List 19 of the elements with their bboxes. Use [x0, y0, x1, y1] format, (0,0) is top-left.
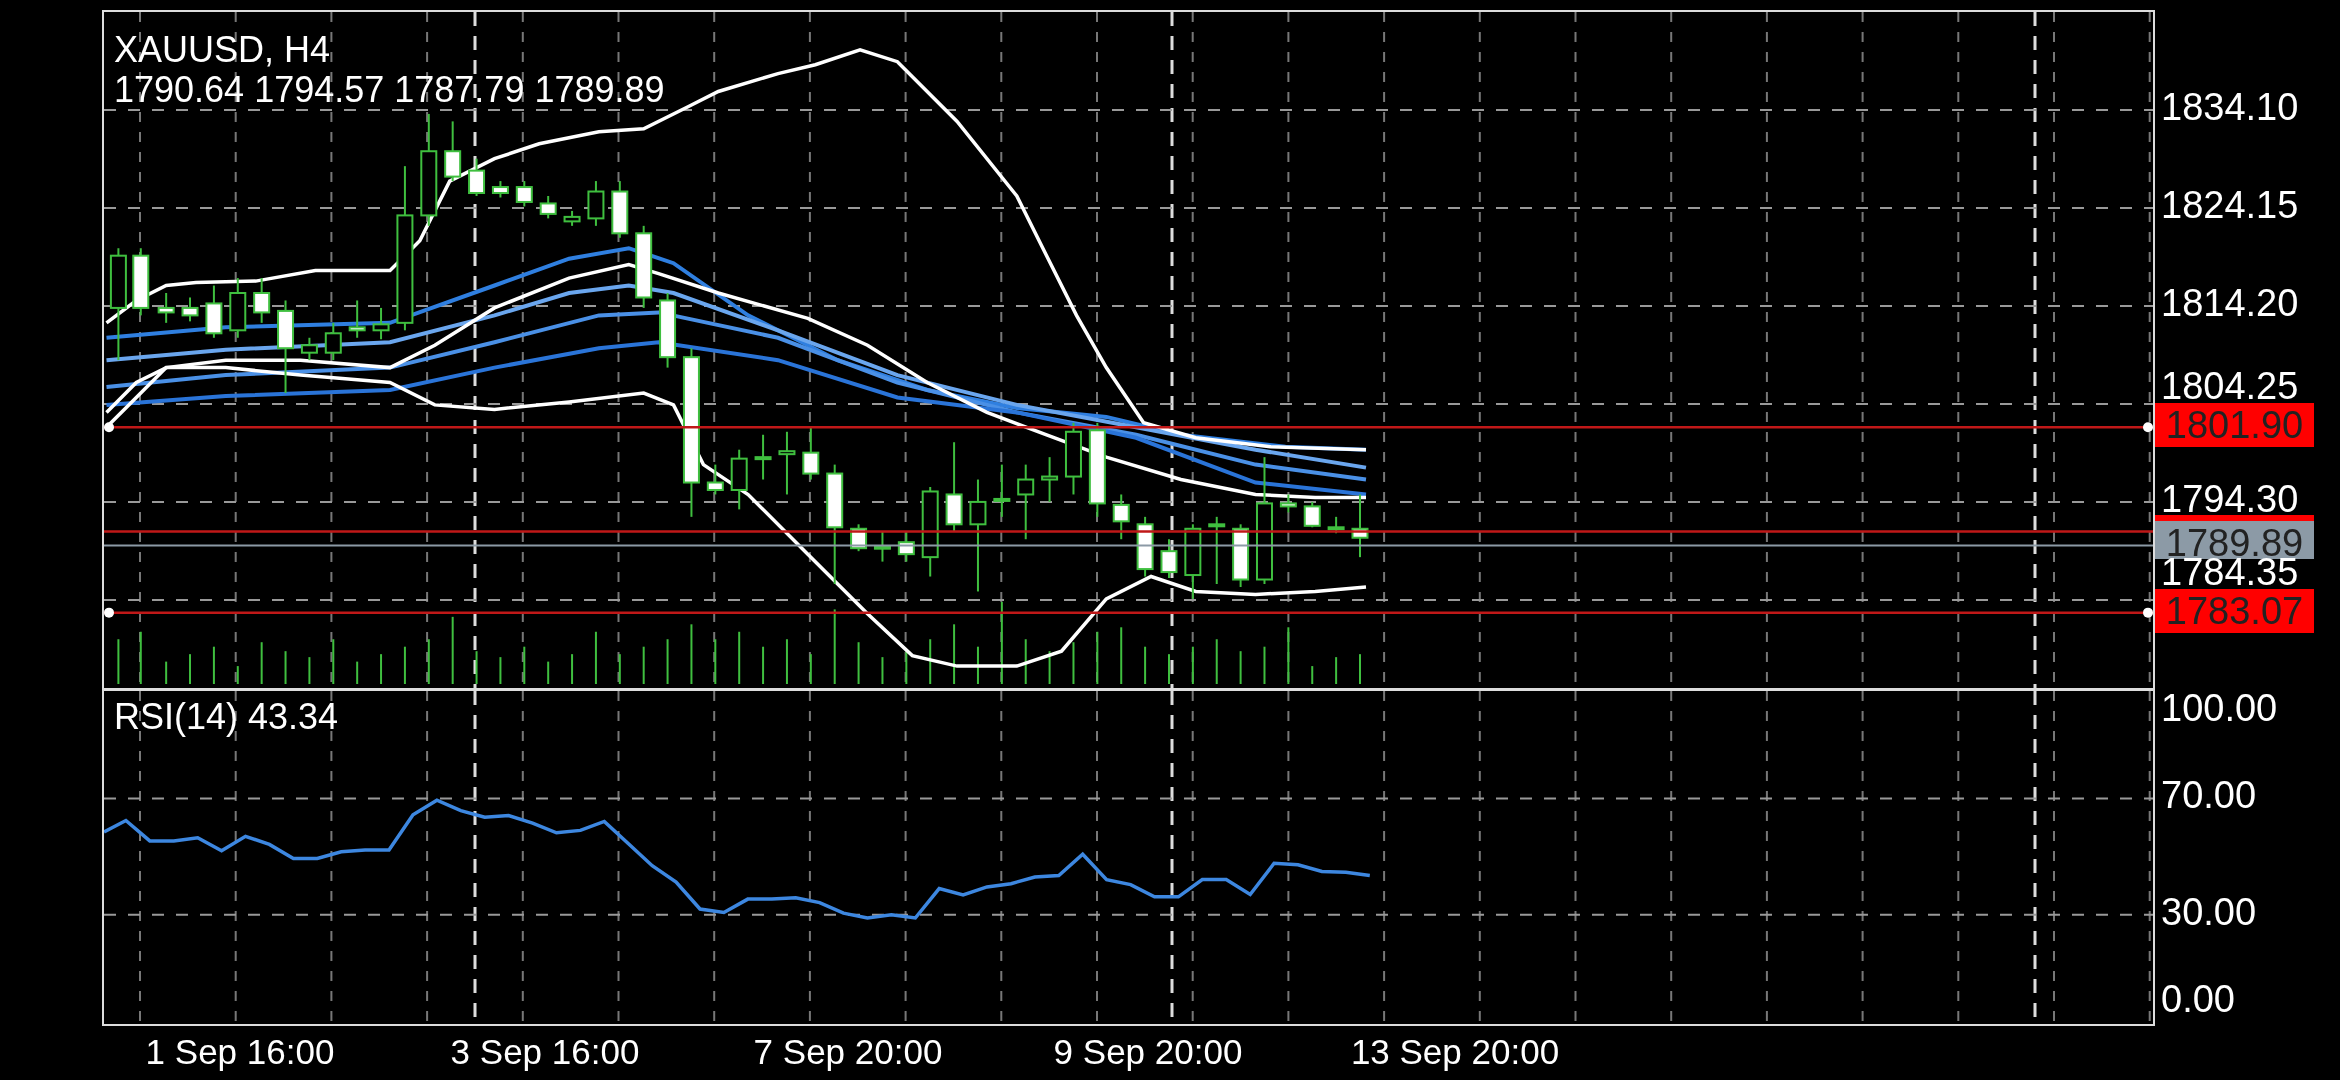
time-axis-label: 13 Sep 20:00 [1350, 1032, 1560, 1072]
price-axis-label: 1834.10 [2161, 88, 2299, 126]
price-axis-label: 1794.30 [2161, 480, 2299, 518]
ohlc-values: 1790.64 1794.57 1787.79 1789.89 [114, 70, 665, 110]
price-axis-label: 1824.15 [2161, 186, 2299, 224]
rsi-axis-label: 100.00 [2161, 689, 2278, 728]
rsi-axis-label: 70.00 [2161, 776, 2257, 815]
price-tag: 1783.07 [2155, 588, 2314, 633]
price-axis-label: 1804.25 [2161, 367, 2299, 406]
rsi-axis-label: 0.00 [2161, 980, 2235, 1019]
time-axis-label: 9 Sep 20:00 [1053, 1032, 1243, 1072]
symbol-title: XAUUSD, H4 [114, 30, 331, 70]
time-axis-label: 3 Sep 16:00 [450, 1032, 640, 1072]
time-axis-label: 7 Sep 20:00 [753, 1032, 943, 1072]
price-axis-label: 1814.20 [2161, 284, 2299, 322]
price-tag: 1801.90 [2155, 403, 2314, 448]
rsi-axis-label: 30.00 [2161, 892, 2257, 931]
rsi-title: RSI(14) 43.34 [114, 697, 339, 737]
time-axis-label: 1 Sep 16:00 [145, 1032, 335, 1072]
